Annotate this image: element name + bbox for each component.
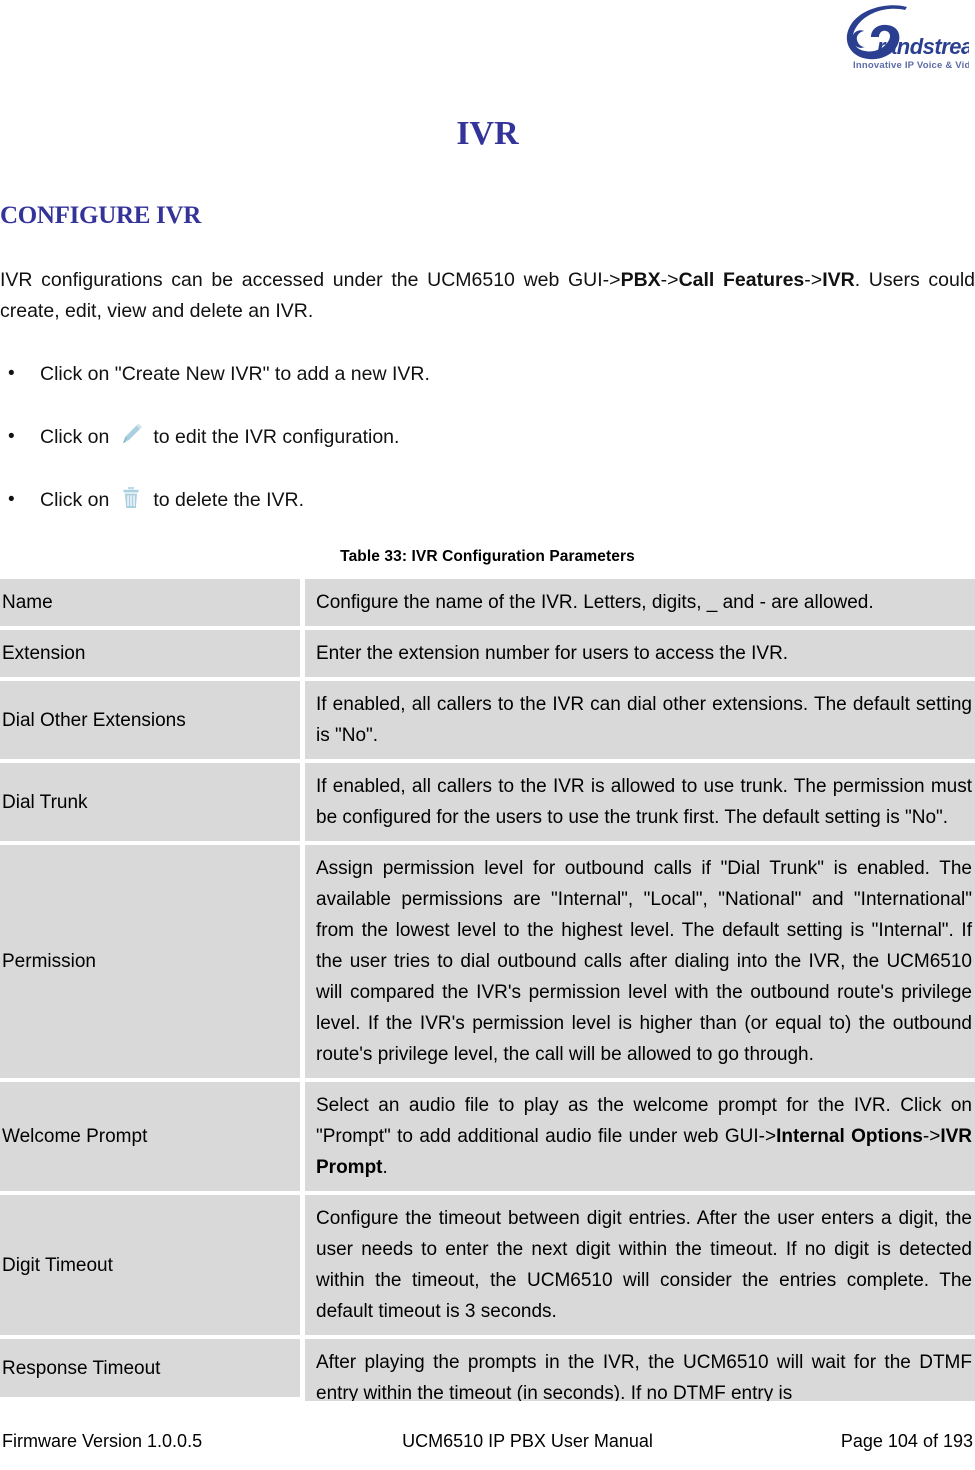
table-cell-description: Enter the extension number for users to … bbox=[305, 630, 975, 677]
bullet-text-edit-after: to edit the IVR configuration. bbox=[153, 426, 400, 448]
intro-part-1: IVR configurations can be accessed under… bbox=[0, 269, 621, 291]
intro-bold-call-features: Call Features bbox=[678, 269, 805, 291]
table-cell-description: Select an audio file to play as the welc… bbox=[305, 1082, 975, 1191]
table-row: Permission Assign permission level for o… bbox=[0, 845, 975, 1078]
table-cell-description: Configure the timeout between digit entr… bbox=[305, 1195, 975, 1335]
table-row: Response Timeout After playing the promp… bbox=[0, 1339, 975, 1401]
intro-bold-pbx: PBX bbox=[620, 269, 661, 291]
table-cell-label: Digit Timeout bbox=[0, 1195, 300, 1335]
bullet-text-create: Click on "Create New IVR" to add a new I… bbox=[40, 363, 430, 385]
intro-bold-ivr: IVR bbox=[822, 269, 855, 291]
grandstream-logo: randstream Innovative IP Voice & Video bbox=[809, 4, 969, 78]
table-cell-description: Assign permission level for outbound cal… bbox=[305, 845, 975, 1078]
bullet-item-delete: Click on to delete the IVR. bbox=[0, 485, 975, 515]
section-heading-configure-ivr: CONFIGURE IVR bbox=[0, 202, 201, 229]
pencil-edit-icon[interactable] bbox=[117, 422, 145, 448]
table-row: Dial Trunk If enabled, all callers to th… bbox=[0, 763, 975, 841]
table-row: Name Configure the name of the IVR. Lett… bbox=[0, 579, 975, 626]
table-cell-description: Configure the name of the IVR. Letters, … bbox=[305, 579, 975, 626]
svg-text:Innovative IP Voice & Video: Innovative IP Voice & Video bbox=[853, 60, 969, 71]
table-cell-label: Welcome Prompt bbox=[0, 1082, 300, 1191]
desc-part-2: -> bbox=[922, 1126, 941, 1147]
table-cell-label: Response Timeout bbox=[0, 1339, 300, 1397]
trash-delete-icon[interactable] bbox=[117, 485, 145, 511]
table-cell-description: If enabled, all callers to the IVR is al… bbox=[305, 763, 975, 841]
footer-manual-title: UCM6510 IP PBX User Manual bbox=[402, 1430, 653, 1451]
intro-part-3: -> bbox=[804, 269, 823, 291]
table-cell-label: Dial Trunk bbox=[0, 763, 300, 841]
page-title: IVR bbox=[456, 115, 519, 152]
table-row: Dial Other Extensions If enabled, all ca… bbox=[0, 681, 975, 759]
bullet-text-edit-before: Click on bbox=[40, 426, 110, 448]
table-cell-label: Permission bbox=[0, 845, 300, 1078]
intro-part-2: -> bbox=[660, 269, 679, 291]
table-cell-label: Name bbox=[0, 579, 300, 626]
table-cell-label: Extension bbox=[0, 630, 300, 677]
intro-paragraph: IVR configurations can be accessed under… bbox=[0, 265, 975, 327]
page-header: randstream Innovative IP Voice & Video bbox=[0, 0, 975, 92]
document-content: IVR CONFIGURE IVR IVR configurations can… bbox=[0, 92, 975, 1405]
footer-firmware-version: Firmware Version 1.0.0.5 bbox=[2, 1430, 203, 1451]
table-cell-description: After playing the prompts in the IVR, th… bbox=[305, 1339, 975, 1401]
desc-bold-internal-options: Internal Options bbox=[776, 1126, 923, 1147]
svg-text:randstream: randstream bbox=[877, 34, 969, 59]
table-caption: Table 33: IVR Configuration Parameters bbox=[340, 548, 635, 565]
ivr-configuration-parameters-table: Name Configure the name of the IVR. Lett… bbox=[0, 579, 975, 1401]
table-row: Digit Timeout Configure the timeout betw… bbox=[0, 1195, 975, 1335]
bullet-text-delete-after: to delete the IVR. bbox=[153, 489, 305, 511]
table-row: Welcome Prompt Select an audio file to p… bbox=[0, 1082, 975, 1191]
page-footer: Firmware Version 1.0.0.5 UCM6510 IP PBX … bbox=[0, 1426, 975, 1456]
desc-part-3: . bbox=[382, 1157, 388, 1178]
bullet-text-delete-before: Click on bbox=[40, 489, 110, 511]
instruction-bullet-list: Click on "Create New IVR" to add a new I… bbox=[0, 359, 975, 515]
bullet-item-create: Click on "Create New IVR" to add a new I… bbox=[0, 359, 975, 389]
bullet-item-edit: Click on to edit the IVR configuration. bbox=[0, 422, 975, 452]
table-cell-description: If enabled, all callers to the IVR can d… bbox=[305, 681, 975, 759]
table-row: Extension Enter the extension number for… bbox=[0, 630, 975, 677]
footer-page-number: Page 104 of 193 bbox=[840, 1430, 973, 1451]
table-cell-label: Dial Other Extensions bbox=[0, 681, 300, 759]
